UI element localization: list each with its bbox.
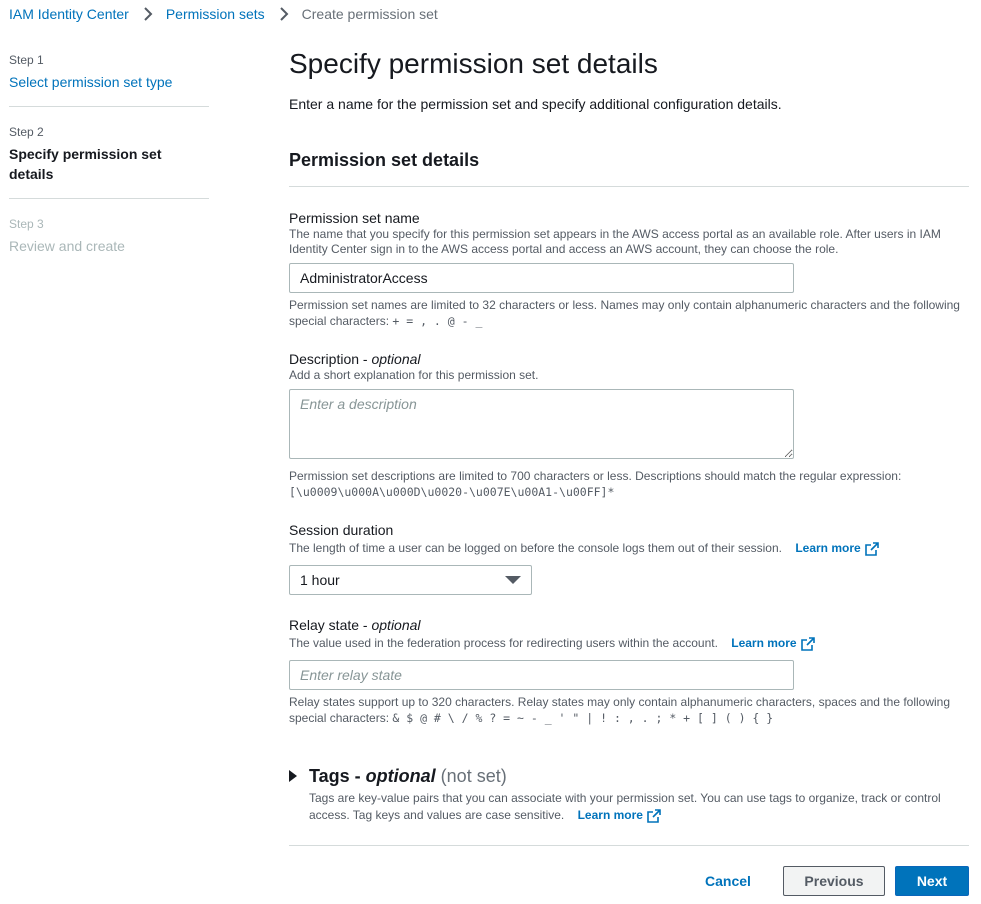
relay-state-constraint: Relay states support up to 320 character… xyxy=(289,694,969,726)
description-help: Add a short explanation for this permiss… xyxy=(289,368,539,382)
page-description: Enter a name for the permission set and … xyxy=(289,96,782,112)
description-constraint-text: Permission set descriptions are limited … xyxy=(289,469,902,483)
step-3: Step 3 Review and create xyxy=(9,216,209,270)
step-link-select-type[interactable]: Select permission set type xyxy=(9,72,209,92)
step-title-review: Review and create xyxy=(9,238,125,254)
relay-state-help: The value used in the federation process… xyxy=(289,636,969,651)
tags-title: Tags - optional xyxy=(309,765,436,787)
chevron-right-icon xyxy=(144,7,153,21)
session-duration-select[interactable]: 1 hour xyxy=(289,565,532,595)
relay-state-input[interactable] xyxy=(289,660,794,690)
session-duration-label: Session duration xyxy=(289,522,394,538)
external-link-icon xyxy=(864,541,879,556)
relay-state-label: Relay state - optional xyxy=(289,616,421,634)
breadcrumb-permission-sets[interactable]: Permission sets xyxy=(166,5,265,23)
relay-state-help-text: The value used in the federation process… xyxy=(289,636,718,650)
learn-more-text: Learn more xyxy=(795,541,861,555)
step-1: Step 1 Select permission set type xyxy=(9,52,209,107)
caret-right-icon xyxy=(289,770,297,782)
name-label: Permission set name xyxy=(289,210,420,226)
description-textarea[interactable] xyxy=(289,389,794,459)
name-constraint-chars: + = , . @ - _ xyxy=(392,314,483,328)
session-duration-value: 1 hour xyxy=(300,572,340,588)
optional-text: optional xyxy=(365,766,436,786)
description-constraint-regex: [\u0009\u000A\u000D\u0020-\u007E\u00A1-\… xyxy=(289,485,615,499)
tags-learn-more-link[interactable]: Learn more xyxy=(578,807,661,824)
optional-text: optional xyxy=(371,617,421,633)
name-description: The name that you specify for this permi… xyxy=(289,227,941,256)
tags-status: (not set) xyxy=(440,765,507,786)
step-number: Step 1 xyxy=(9,53,44,67)
cancel-button[interactable]: Cancel xyxy=(705,866,751,896)
section-divider xyxy=(289,186,969,187)
footer-divider xyxy=(289,845,969,846)
external-link-icon xyxy=(800,636,815,651)
page-title: Specify permission set details xyxy=(289,48,658,79)
step-title-current: Specify permission set details xyxy=(9,146,162,182)
name-constraint: Permission set names are limited to 32 c… xyxy=(289,297,969,329)
external-link-icon xyxy=(647,808,661,823)
step-number: Step 3 xyxy=(9,217,44,231)
session-duration-help-text: The length of time a user can be logged … xyxy=(289,541,782,555)
section-title: Permission set details xyxy=(289,150,480,170)
session-learn-more-link[interactable]: Learn more xyxy=(795,541,879,556)
caret-down-icon xyxy=(505,576,521,584)
breadcrumb-current: Create permission set xyxy=(301,6,438,22)
step-number: Step 2 xyxy=(9,125,44,139)
chevron-right-icon xyxy=(279,7,289,21)
relay-state-label-text: Relay state - xyxy=(289,617,372,633)
learn-more-text: Learn more xyxy=(577,808,643,822)
description-label-text: Description - xyxy=(289,351,372,367)
permission-set-name-input[interactable] xyxy=(289,263,794,293)
next-button[interactable]: Next xyxy=(895,866,969,896)
tags-description: Tags are key-value pairs that you can as… xyxy=(309,790,969,824)
tags-expander[interactable]: Tags - optional (not set) xyxy=(289,765,507,787)
wizard-steps: Step 1 Select permission set type Step 2… xyxy=(9,50,209,287)
tags-title-text: Tags - xyxy=(309,766,366,786)
name-constraint-text: Permission set names are limited to 32 c… xyxy=(289,298,960,328)
previous-button[interactable]: Previous xyxy=(783,866,885,896)
step-2: Step 2 Specify permission set details xyxy=(9,124,209,199)
relay-constraint-chars: & $ @ # \ / % ? = ~ - _ ' " | ! : , . ; … xyxy=(392,711,774,725)
breadcrumb: IAM Identity Center Permission sets Crea… xyxy=(9,5,438,23)
description-label: Description - optional xyxy=(289,350,421,368)
relay-learn-more-link[interactable]: Learn more xyxy=(731,636,815,651)
session-duration-help: The length of time a user can be logged … xyxy=(289,541,969,556)
breadcrumb-iam-identity-center[interactable]: IAM Identity Center xyxy=(9,5,129,23)
description-constraint: Permission set descriptions are limited … xyxy=(289,468,969,500)
learn-more-text: Learn more xyxy=(731,636,797,650)
optional-text: optional xyxy=(371,351,421,367)
